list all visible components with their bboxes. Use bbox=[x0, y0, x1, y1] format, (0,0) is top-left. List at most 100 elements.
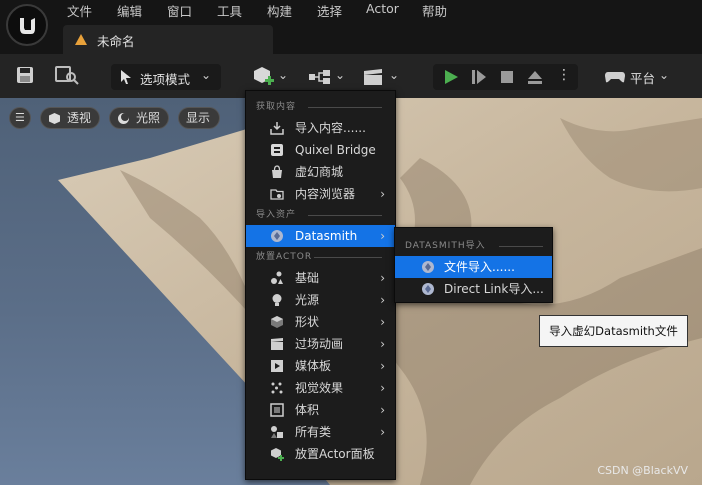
menu-item-label: 视觉效果 bbox=[295, 381, 344, 395]
lighting-label: 光照 bbox=[136, 111, 161, 125]
tooltip: 导入虚幻Datasmith文件 bbox=[539, 315, 688, 347]
perspective-button[interactable]: 透视 bbox=[40, 107, 100, 129]
menu-help[interactable]: 帮助 bbox=[422, 1, 447, 20]
chevron-down-icon: ⌄ bbox=[335, 68, 346, 82]
section-get-content-label: 获取内容 bbox=[256, 102, 297, 112]
section-place-actor: 放置ACTOR bbox=[246, 247, 395, 267]
divider bbox=[499, 246, 543, 247]
import-icon bbox=[270, 122, 284, 135]
section-import-assets-label: 导入资产 bbox=[256, 210, 297, 220]
menu-item-place-actor-panel[interactable]: 放置Actor面板 bbox=[246, 443, 395, 465]
blueprint-button[interactable]: ⌄ bbox=[306, 64, 346, 90]
menu-item-light[interactable]: 光源 › bbox=[246, 289, 395, 311]
datasmith-icon bbox=[422, 283, 434, 295]
lighting-button[interactable]: 光照 bbox=[109, 107, 169, 129]
selection-mode-label: 选项模式 bbox=[140, 72, 191, 87]
divider bbox=[314, 257, 382, 258]
more-options-icon[interactable]: ⋮ bbox=[557, 67, 571, 83]
unreal-logo-icon[interactable] bbox=[6, 4, 48, 46]
menu-item-label: 文件导入...... bbox=[444, 260, 515, 274]
play-controls: ⋮ bbox=[433, 64, 578, 90]
menu-item-label: 形状 bbox=[295, 315, 320, 329]
divider bbox=[308, 107, 382, 108]
menu-item-datasmith[interactable]: Datasmith › bbox=[246, 225, 395, 247]
light-icon bbox=[272, 294, 282, 306]
selection-mode-dropdown[interactable]: 选项模式 ⌄ bbox=[111, 64, 221, 90]
perspective-label: 透视 bbox=[67, 111, 92, 125]
chevron-right-icon: › bbox=[380, 359, 385, 373]
section-import-assets: 导入资产 bbox=[246, 205, 395, 225]
menu-item-quixel-bridge[interactable]: Quixel Bridge bbox=[246, 139, 395, 161]
level-tab[interactable]: 未命名 bbox=[63, 25, 273, 55]
cinematic-icon bbox=[271, 338, 283, 350]
play-icon[interactable] bbox=[443, 69, 459, 85]
menu-build[interactable]: 构建 bbox=[267, 1, 292, 20]
chevron-right-icon: › bbox=[380, 187, 385, 201]
menu-tools[interactable]: 工具 bbox=[217, 1, 242, 20]
chevron-right-icon: › bbox=[380, 315, 385, 329]
menu-item-label: 媒体板 bbox=[295, 359, 332, 373]
level-tab-title: 未命名 bbox=[97, 34, 135, 49]
vfx-icon bbox=[271, 382, 283, 394]
menu-item-marketplace[interactable]: 虚幻商城 bbox=[246, 161, 395, 183]
menu-item-import-content[interactable]: 导入内容...... bbox=[246, 117, 395, 139]
chevron-right-icon: › bbox=[380, 293, 385, 307]
menu-item-label: 内容浏览器 bbox=[295, 187, 356, 201]
menu-item-all-classes[interactable]: 所有类 › bbox=[246, 421, 395, 443]
gamepad-icon bbox=[605, 72, 625, 83]
quick-add-menu: 获取内容 导入内容...... Quixel Bridge 虚幻商城 内容浏览器… bbox=[245, 90, 396, 480]
menu-item-label: 光源 bbox=[295, 293, 320, 307]
watermark: CSDN @BlackVV bbox=[597, 464, 688, 477]
menu-item-file-import[interactable]: 文件导入...... bbox=[395, 256, 552, 278]
menu-bar: 文件 编辑 窗口 工具 构建 选择 Actor 帮助 未命名 bbox=[0, 0, 702, 55]
menu-item-media-plate[interactable]: 媒体板 › bbox=[246, 355, 395, 377]
quick-add-button[interactable]: ⌄ bbox=[251, 64, 289, 90]
bridge-icon bbox=[271, 144, 283, 156]
menu-item-shape[interactable]: 形状 › bbox=[246, 311, 395, 333]
add-cube-icon bbox=[254, 67, 274, 85]
menu-item-cinematic[interactable]: 过场动画 › bbox=[246, 333, 395, 355]
menu-item-label: 基础 bbox=[295, 271, 320, 285]
menu-file[interactable]: 文件 bbox=[67, 1, 92, 20]
all-classes-icon bbox=[271, 426, 283, 438]
basic-icon bbox=[271, 271, 283, 284]
stop-icon[interactable] bbox=[499, 69, 515, 85]
chevron-right-icon: › bbox=[380, 271, 385, 285]
chevron-down-icon: ⌄ bbox=[659, 68, 670, 82]
menu-item-label: 体积 bbox=[295, 403, 320, 417]
datasmith-icon bbox=[422, 261, 434, 273]
place-actor-icon bbox=[271, 448, 284, 461]
hamburger-icon: ☰ bbox=[15, 111, 25, 124]
step-icon[interactable] bbox=[471, 69, 487, 85]
menu-item-label: Quixel Bridge bbox=[295, 143, 376, 157]
menu-select[interactable]: 选择 bbox=[317, 1, 342, 20]
viewport-options-button[interactable]: ☰ bbox=[9, 107, 31, 129]
menu-item-visual-effects[interactable]: 视觉效果 › bbox=[246, 377, 395, 399]
menu-item-basic[interactable]: 基础 › bbox=[246, 267, 395, 289]
menu-edit[interactable]: 编辑 bbox=[117, 1, 142, 20]
save-icon[interactable] bbox=[15, 66, 35, 84]
menu-actor[interactable]: Actor bbox=[366, 1, 399, 16]
menu-item-label: 所有类 bbox=[295, 425, 332, 439]
datasmith-submenu: DATASMITH导入 文件导入...... Direct Link导入... bbox=[394, 227, 553, 303]
marketplace-icon bbox=[272, 165, 282, 178]
cinematics-button[interactable]: ⌄ bbox=[360, 64, 400, 90]
volume-icon bbox=[270, 403, 284, 417]
menu-window[interactable]: 窗口 bbox=[167, 1, 192, 20]
eject-icon[interactable] bbox=[527, 69, 543, 85]
menu-item-volume[interactable]: 体积 › bbox=[246, 399, 395, 421]
lit-sphere-icon bbox=[118, 113, 129, 124]
menu-item-direct-link-import[interactable]: Direct Link导入... bbox=[395, 278, 552, 300]
menu-item-content-browser[interactable]: 内容浏览器 › bbox=[246, 183, 395, 205]
platform-dropdown[interactable]: 平台 ⌄ bbox=[604, 64, 674, 90]
chevron-right-icon: › bbox=[380, 403, 385, 417]
menu-item-label: Direct Link导入... bbox=[444, 282, 544, 296]
chevron-down-icon: ⌄ bbox=[278, 68, 289, 82]
media-icon bbox=[271, 360, 283, 372]
show-label: 显示 bbox=[186, 111, 211, 125]
browse-icon[interactable] bbox=[55, 65, 81, 85]
show-button[interactable]: 显示 bbox=[178, 107, 220, 129]
level-warning-icon bbox=[75, 34, 87, 45]
menu-item-label: 放置Actor面板 bbox=[295, 447, 375, 461]
shape-icon bbox=[271, 316, 283, 328]
